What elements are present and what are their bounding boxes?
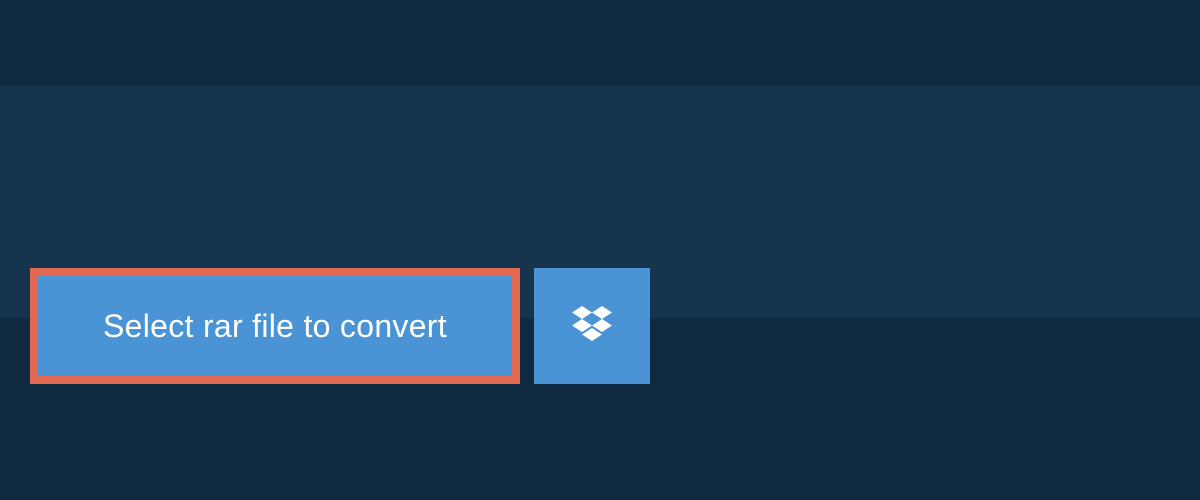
select-file-label: Select rar file to convert — [103, 308, 447, 345]
dropbox-button[interactable] — [534, 268, 650, 384]
upload-panel: Select rar file to convert — [0, 86, 1200, 318]
button-row: Select rar file to convert — [30, 268, 650, 384]
select-file-button[interactable]: Select rar file to convert — [30, 268, 520, 384]
dropbox-icon — [572, 306, 612, 347]
